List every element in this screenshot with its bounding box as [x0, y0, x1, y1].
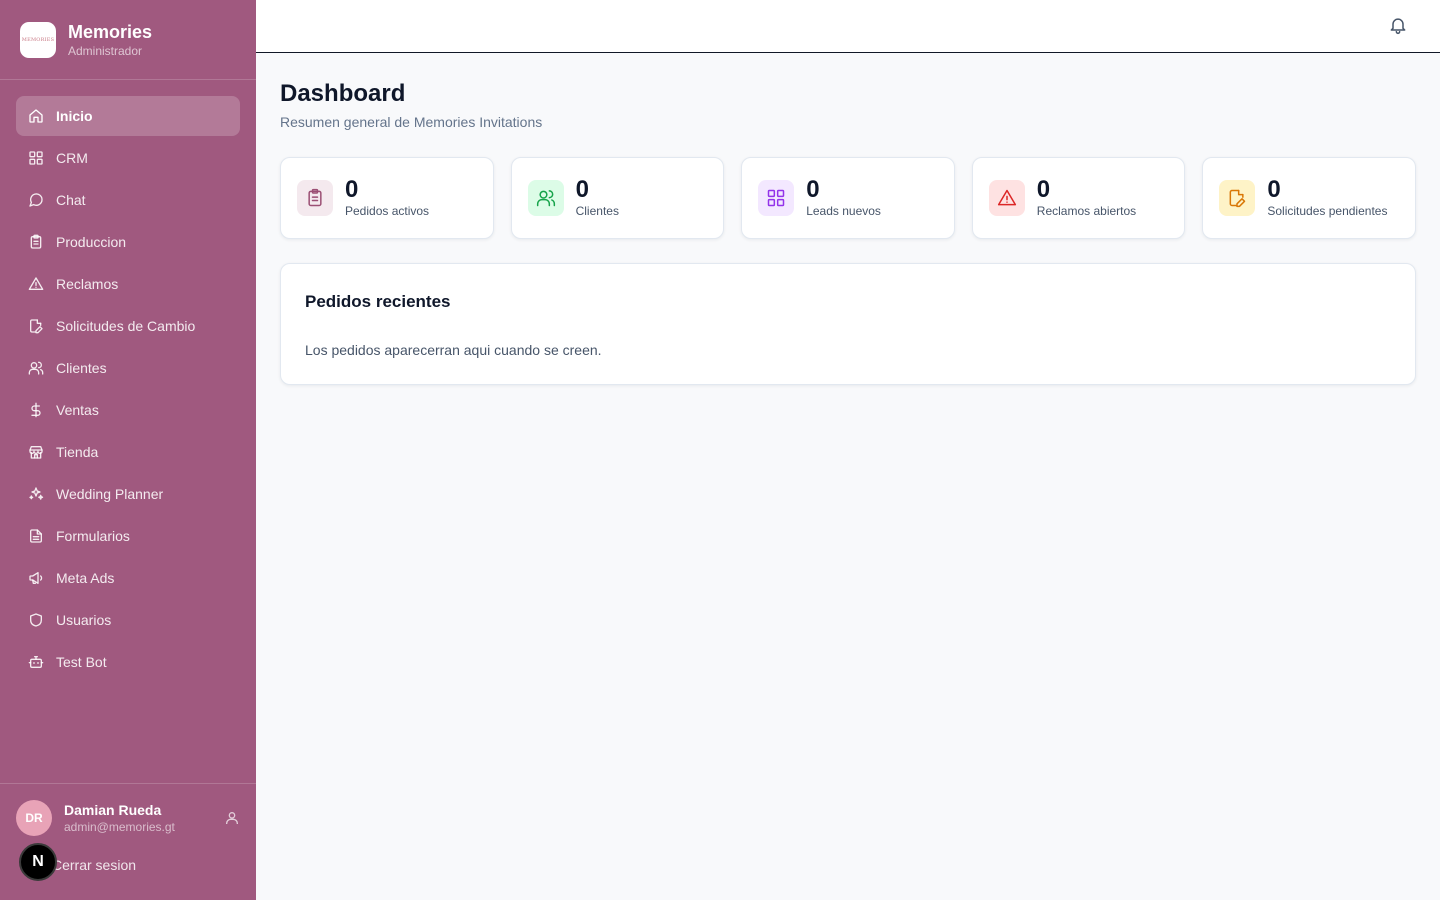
- sidebar-item-usuarios[interactable]: Usuarios: [16, 600, 240, 640]
- users-icon: [28, 360, 44, 376]
- stat-card-clientes[interactable]: 0 Clientes: [510, 157, 725, 239]
- stats-row: 0 Pedidos activos 0 Clientes 0 Leads nue…: [280, 157, 1416, 239]
- clipboard-list-icon: [28, 234, 44, 250]
- stat-card-solicitudes-pendientes[interactable]: 0 Solicitudes pendientes: [1202, 157, 1416, 239]
- stat-label: Reclamos abiertos: [1036, 204, 1137, 218]
- sidebar-item-ventas[interactable]: Ventas: [16, 390, 240, 430]
- stat-text: 0 Pedidos activos: [345, 177, 429, 219]
- stat-label: Leads nuevos: [806, 204, 881, 218]
- sidebar-item-label: Chat: [56, 192, 86, 208]
- stat-card-pedidos-activos[interactable]: 0 Pedidos activos: [280, 157, 494, 239]
- sidebar-item-formularios[interactable]: Formularios: [16, 516, 240, 556]
- grid-icon: [758, 180, 795, 216]
- store-icon: [28, 444, 44, 460]
- user-email: admin@memories.gt: [64, 820, 175, 834]
- stat-value: 0: [1036, 176, 1051, 203]
- sidebar-item-chat[interactable]: Chat: [16, 180, 240, 220]
- user-info: Damian Rueda admin@memories.gt: [64, 801, 224, 835]
- sidebar-item-label: Clientes: [56, 360, 107, 376]
- stat-label: Clientes: [575, 204, 619, 218]
- stat-value: 0: [1267, 176, 1281, 203]
- stat-text: 0 Clientes: [576, 177, 619, 219]
- home-icon: [28, 108, 44, 124]
- brand-logo-text: MEMORIES: [21, 36, 55, 43]
- sidebar-item-wedding-planner[interactable]: Wedding Planner: [16, 474, 240, 514]
- sidebar-item-reclamos[interactable]: Reclamos: [16, 264, 240, 304]
- sidebar-item-label: Produccion: [56, 234, 127, 250]
- sidebar-item-label: Test Bot: [56, 654, 107, 670]
- sidebar-item-label: Solicitudes de Cambio: [56, 318, 196, 334]
- brand-name: Memories: [68, 21, 153, 42]
- recent-orders-title: Pedidos recientes: [305, 292, 451, 311]
- sidebar: MEMORIES Memories Administrador Inicio C…: [0, 0, 256, 900]
- sidebar-item-label: Reclamos: [56, 276, 119, 292]
- sidebar-item-produccion[interactable]: Produccion: [16, 222, 240, 262]
- recent-orders-card: Pedidos recientes Los pedidos aparecerra…: [280, 263, 1416, 385]
- stat-label: Solicitudes pendientes: [1267, 204, 1388, 218]
- users-icon: [527, 180, 564, 216]
- sidebar-item-label: Meta Ads: [56, 570, 115, 586]
- stat-label: Pedidos activos: [345, 204, 430, 218]
- page-subtitle: Resumen general de Memories Invitations: [280, 114, 543, 130]
- sidebar-item-label: Tienda: [56, 444, 99, 460]
- sidebar-item-inicio[interactable]: Inicio: [16, 96, 240, 136]
- alert-triangle-icon: [28, 276, 44, 292]
- sidebar-item-label: Usuarios: [56, 612, 112, 628]
- user-panel: DR Damian Rueda admin@memories.gt Cerrar…: [0, 783, 256, 900]
- brand-text: Memories Administrador: [68, 21, 152, 59]
- sidebar-item-solicitudes[interactable]: Solicitudes de Cambio: [16, 306, 240, 346]
- stat-card-reclamos-abiertos[interactable]: 0 Reclamos abiertos: [971, 157, 1186, 239]
- dollar-sign-icon: [28, 402, 44, 418]
- user-row: DR Damian Rueda admin@memories.gt: [16, 800, 240, 836]
- top-bar: [256, 0, 1440, 53]
- sidebar-item-crm[interactable]: CRM: [16, 138, 240, 178]
- sidebar-item-label: Formularios: [56, 528, 130, 544]
- file-text-icon: [28, 528, 44, 544]
- stat-value: 0: [345, 176, 359, 203]
- logout-button[interactable]: Cerrar sesion: [52, 857, 136, 873]
- megaphone-icon: [28, 570, 44, 586]
- stat-text: 0 Reclamos abiertos: [1037, 177, 1136, 219]
- shield-icon: [28, 612, 44, 628]
- sidebar-item-label: Ventas: [56, 402, 99, 418]
- sidebar-item-label: CRM: [56, 150, 88, 166]
- sidebar-nav: Inicio CRM Chat Produccion Reclamos Soli…: [16, 96, 240, 684]
- page-title: Dashboard: [280, 80, 406, 107]
- sparkles-icon: [28, 486, 44, 502]
- stat-text: 0 Solicitudes pendientes: [1267, 177, 1387, 219]
- brand-role: Administrador: [68, 43, 143, 58]
- file-edit-icon: [28, 318, 44, 334]
- stat-value: 0: [806, 176, 820, 203]
- user-profile-icon[interactable]: [224, 810, 240, 826]
- stat-value: 0: [575, 176, 589, 203]
- file-edit-icon: [1219, 180, 1256, 216]
- brand: MEMORIES Memories Administrador: [0, 0, 256, 80]
- clipboard-list-icon: [297, 180, 333, 216]
- message-circle-icon: [28, 192, 44, 208]
- next-dev-badge[interactable]: N: [19, 843, 57, 881]
- sidebar-item-test-bot[interactable]: Test Bot: [16, 642, 240, 682]
- grid-icon: [28, 150, 44, 166]
- stat-card-leads-nuevos[interactable]: 0 Leads nuevos: [741, 157, 955, 239]
- sidebar-item-meta-ads[interactable]: Meta Ads: [16, 558, 240, 598]
- recent-orders-empty-text: Los pedidos aparecerran aqui cuando se c…: [305, 342, 602, 358]
- user-name: Damian Rueda: [64, 802, 162, 818]
- bell-icon[interactable]: [1388, 15, 1408, 35]
- sidebar-item-clientes[interactable]: Clientes: [16, 348, 240, 388]
- avatar[interactable]: DR: [16, 800, 52, 836]
- brand-logo[interactable]: MEMORIES: [20, 21, 56, 58]
- stat-text: 0 Leads nuevos: [806, 177, 881, 219]
- sidebar-item-tienda[interactable]: Tienda: [16, 432, 240, 472]
- alert-triangle-icon: [988, 180, 1025, 216]
- sidebar-item-label: Wedding Planner: [56, 486, 164, 502]
- sidebar-item-label: Inicio: [56, 108, 93, 124]
- bot-icon: [28, 654, 44, 670]
